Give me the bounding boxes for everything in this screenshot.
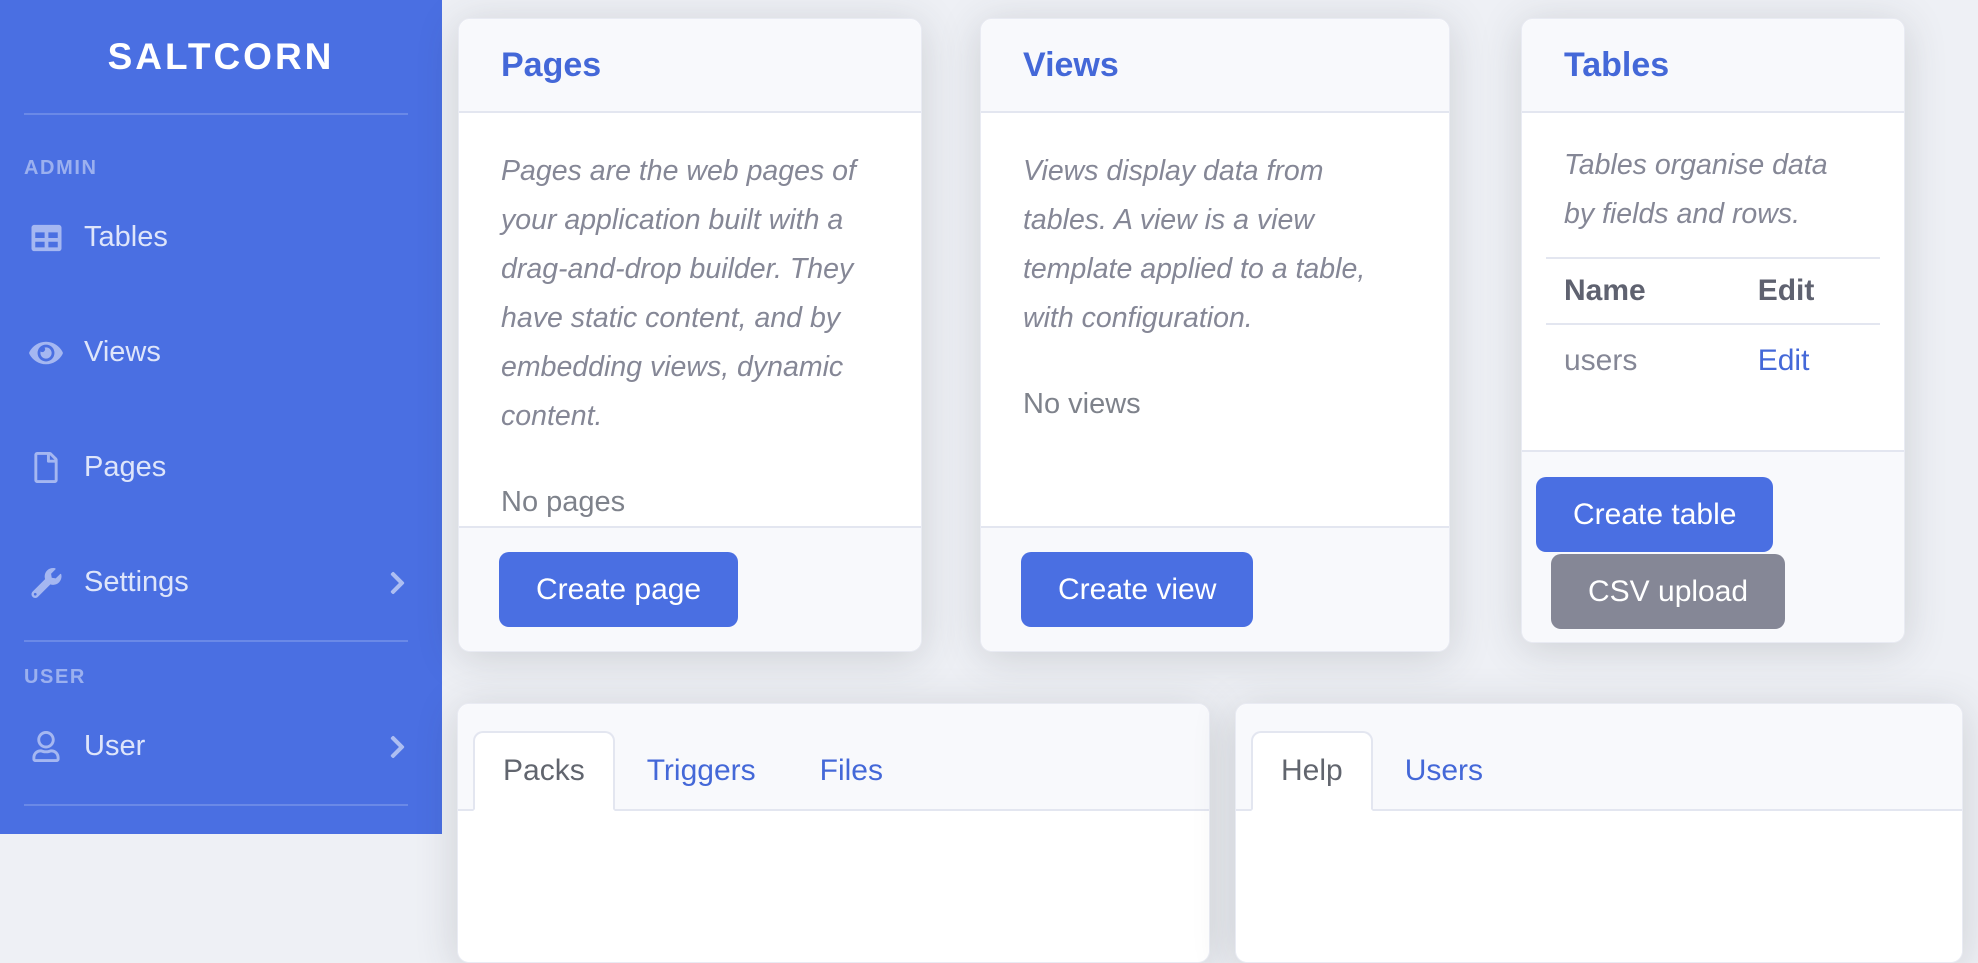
help-tab-card: Help Users: [1235, 703, 1963, 963]
column-header-name: Name: [1546, 258, 1740, 324]
column-header-edit: Edit: [1740, 258, 1880, 324]
sidebar-divider: [24, 804, 408, 806]
wrench-icon: [28, 568, 64, 598]
pages-card: Pages Pages are the web pages of your ap…: [458, 18, 922, 652]
sidebar-item-label: Settings: [84, 566, 189, 599]
create-view-button[interactable]: Create view: [1021, 552, 1253, 627]
pages-card-footer: Create page: [459, 526, 921, 651]
sidebar-item-settings[interactable]: Settings: [0, 525, 442, 640]
table-row: users Edit: [1546, 324, 1880, 397]
sidebar-item-views[interactable]: Views: [0, 295, 442, 410]
pages-card-header: Pages: [459, 19, 921, 113]
pages-description: Pages are the web pages of your applicat…: [501, 147, 879, 441]
sidebar-section-heading-admin: ADMIN: [0, 115, 442, 180]
views-card-header: Views: [981, 19, 1449, 113]
chevron-right-icon: [389, 570, 406, 596]
tables-list: Name Edit users Edit: [1546, 257, 1880, 397]
sidebar-item-tables[interactable]: Tables: [0, 180, 442, 295]
sidebar-item-user[interactable]: User: [0, 689, 442, 804]
packs-tab-bar: Packs Triggers Files: [458, 704, 1209, 811]
pages-card-body: Pages are the web pages of your applicat…: [459, 113, 921, 526]
views-card-footer: Create view: [981, 526, 1449, 651]
sidebar-item-pages[interactable]: Pages: [0, 410, 442, 525]
tables-card: Tables Tables organise data by fields an…: [1521, 18, 1905, 643]
views-card-body: Views display data from tables. A view i…: [981, 113, 1449, 526]
chevron-right-icon: [389, 734, 406, 760]
tab-triggers[interactable]: Triggers: [615, 731, 788, 811]
main-content: Pages Pages are the web pages of your ap…: [442, 0, 1978, 834]
tables-card-body: Tables organise data by fields and rows.…: [1522, 113, 1904, 450]
views-empty-text: No views: [1023, 388, 1407, 421]
tables-card-footer: Create table CSV upload: [1522, 450, 1904, 642]
create-table-button[interactable]: Create table: [1536, 477, 1773, 552]
help-tab-bar: Help Users: [1236, 704, 1962, 811]
table-icon: [28, 223, 64, 253]
sidebar-item-label: Tables: [84, 221, 168, 254]
tab-users[interactable]: Users: [1373, 731, 1515, 811]
pages-card-title: Pages: [501, 45, 879, 85]
views-card: Views Views display data from tables. A …: [980, 18, 1450, 652]
views-description: Views display data from tables. A view i…: [1023, 147, 1407, 343]
tables-card-title: Tables: [1564, 45, 1862, 85]
tables-list-header-row: Name Edit: [1546, 258, 1880, 324]
sidebar-section-heading-user: USER: [0, 642, 442, 689]
tab-files[interactable]: Files: [788, 731, 915, 811]
tab-help[interactable]: Help: [1251, 731, 1373, 811]
user-icon: [28, 731, 64, 762]
tab-packs[interactable]: Packs: [473, 731, 615, 811]
packs-tab-card: Packs Triggers Files: [457, 703, 1210, 963]
sidebar-item-label: User: [84, 730, 145, 763]
create-page-button[interactable]: Create page: [499, 552, 738, 627]
views-card-title: Views: [1023, 45, 1407, 85]
eye-icon: [28, 338, 64, 368]
sidebar: SALTCORN ADMIN Tables Views Pages Settin…: [0, 0, 442, 834]
brand-logo[interactable]: SALTCORN: [0, 0, 442, 113]
csv-upload-button[interactable]: CSV upload: [1551, 554, 1785, 629]
tables-description: Tables organise data by fields and rows.: [1564, 141, 1862, 239]
pages-empty-text: No pages: [501, 486, 879, 519]
file-icon: [28, 452, 64, 483]
sidebar-item-label: Pages: [84, 451, 166, 484]
table-name-cell: users: [1546, 324, 1740, 397]
tables-card-header: Tables: [1522, 19, 1904, 113]
sidebar-item-label: Views: [84, 336, 161, 369]
edit-table-link[interactable]: Edit: [1758, 344, 1810, 377]
